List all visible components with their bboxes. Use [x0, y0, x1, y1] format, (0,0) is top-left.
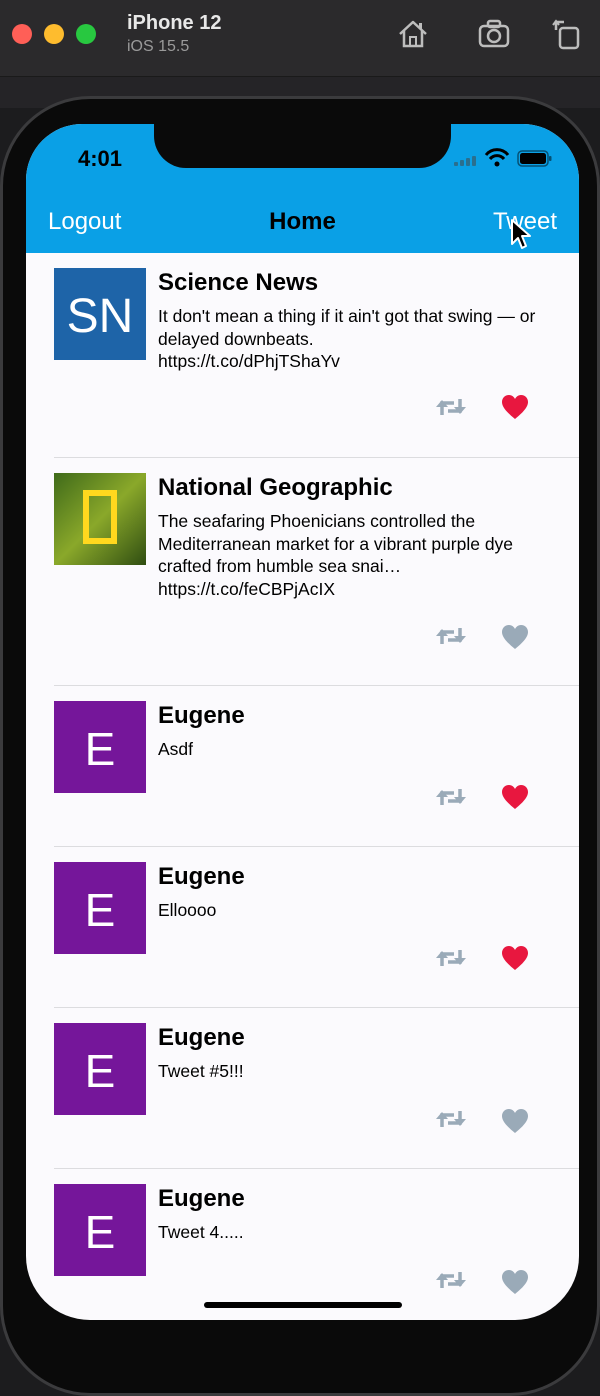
tweet-feed[interactable]: SN Science News It don't mean a thing if… [26, 253, 579, 1320]
os-version: iOS 15.5 [127, 38, 190, 55]
signal-icon [454, 156, 476, 166]
tweet-author: Eugene [158, 863, 245, 890]
retweet-icon[interactable] [434, 786, 468, 808]
tweet-row[interactable]: E Eugene Tweet #5!!! [26, 1008, 579, 1169]
home-indicator[interactable] [204, 1302, 402, 1308]
retweet-icon[interactable] [434, 1269, 468, 1291]
mouse-cursor-icon [511, 219, 531, 249]
like-icon[interactable] [501, 1269, 529, 1295]
like-icon[interactable] [501, 784, 529, 810]
like-icon[interactable] [501, 1108, 529, 1134]
avatar[interactable]: E [54, 1184, 146, 1276]
tweet-text: Tweet #5!!! [158, 1061, 244, 1081]
retweet-icon[interactable] [434, 625, 468, 647]
minimize-window-button[interactable] [44, 24, 64, 44]
retweet-icon[interactable] [434, 396, 468, 418]
device-name: iPhone 12 [127, 12, 222, 34]
tweet-row[interactable]: E Eugene Elloooo [26, 847, 579, 1008]
battery-icon [517, 150, 552, 167]
tweet-text: Asdf [158, 739, 194, 759]
tweet-row[interactable]: National Geographic The seafaring Phoeni… [26, 458, 579, 686]
avatar-initials: SN [67, 290, 134, 343]
status-time: 4:01 [78, 146, 123, 171]
tweet-text: It don't mean a thing if it ain't got th… [158, 306, 536, 371]
avatar-initials: E [85, 884, 116, 936]
tweet-author: Eugene [158, 1185, 245, 1212]
tweet-text: The seafaring Phoenicians controlled the… [158, 511, 514, 599]
tweet-author: Eugene [158, 702, 245, 729]
navigation-bar: 4:01 Logout Home Tweet [26, 124, 579, 253]
close-window-button[interactable] [12, 24, 32, 44]
avatar[interactable]: SN [54, 268, 146, 360]
avatar[interactable]: E [54, 701, 146, 793]
tweet-row[interactable]: E Eugene Asdf [26, 686, 579, 847]
tweet-author: National Geographic [158, 474, 393, 501]
tweet-author: Eugene [158, 1024, 245, 1051]
avatar[interactable]: E [54, 1023, 146, 1115]
avatar-initials: E [85, 723, 116, 775]
tweet-text: Elloooo [158, 900, 217, 920]
simulator-titlebar: iPhone 12 iOS 15.5 [0, 0, 600, 76]
avatar[interactable]: E [54, 862, 146, 954]
tweet-author: Science News [158, 269, 319, 296]
tweet-row[interactable]: SN Science News It don't mean a thing if… [26, 253, 579, 458]
zoom-window-button[interactable] [76, 24, 96, 44]
like-icon[interactable] [501, 945, 529, 971]
retweet-icon[interactable] [434, 947, 468, 969]
avatar-initials: E [85, 1206, 116, 1258]
home-icon[interactable] [395, 16, 431, 52]
retweet-icon[interactable] [434, 1108, 468, 1130]
phone-screen: 4:01 Logout Home Tweet SN Science News I… [26, 124, 579, 1320]
wifi-icon [484, 148, 510, 167]
like-icon[interactable] [501, 394, 529, 420]
status-icons [454, 148, 552, 167]
tweet-text: Tweet 4..... [158, 1222, 244, 1242]
like-icon[interactable] [501, 624, 529, 650]
rotate-icon[interactable] [550, 16, 586, 52]
device-notch [154, 124, 451, 168]
avatar[interactable] [54, 473, 146, 565]
tweet-row[interactable]: E Eugene Tweet 4..... [26, 1169, 579, 1320]
screenshot-icon[interactable] [476, 16, 512, 52]
avatar-initials: E [85, 1045, 116, 1097]
